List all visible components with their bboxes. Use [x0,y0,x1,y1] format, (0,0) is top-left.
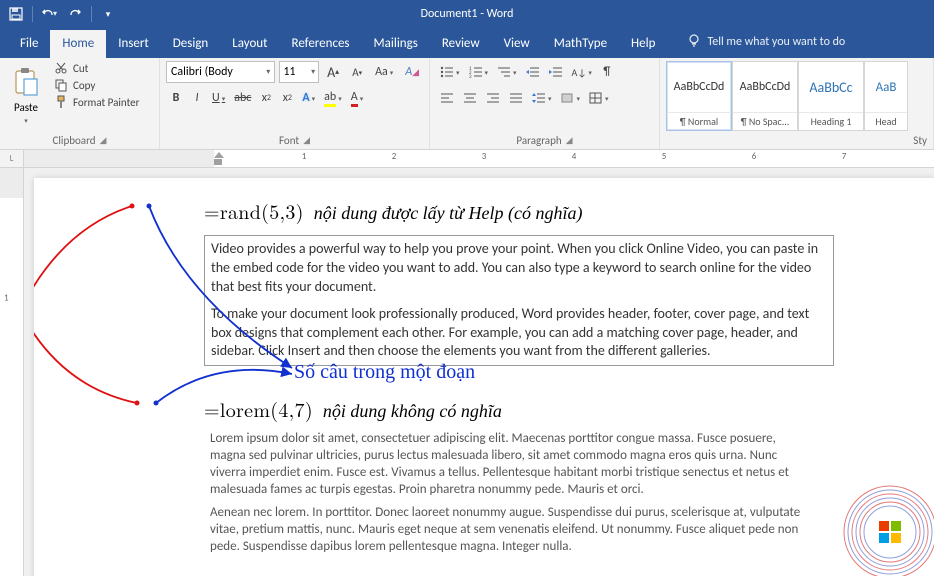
bulb-icon [687,33,701,51]
group-clipboard: Paste ▾ Cut Copy Format Painter Clipboar… [0,58,160,149]
annotation-blue: Số câu trong một đoạn [294,361,475,384]
group-styles: AaBbCcDd ¶ Normal AaBbCcDd ¶ No Spac... … [660,58,934,149]
increase-indent-button[interactable] [545,61,567,83]
lorem-paragraph-1: Lorem ipsum dolor sit amet, consectetuer… [210,431,808,499]
align-right-button[interactable] [482,87,504,109]
desc-lorem: nội dung không có nghĩa [323,401,502,422]
bold-button[interactable]: B [166,87,186,109]
hanging-indent-marker[interactable] [214,159,222,165]
lorem-paragraph-2: Aenean nec lorem. In porttitor. Donec la… [210,505,808,556]
content-area: 1 =rand(5,3) nội dung được lấy từ Help (… [0,168,934,576]
clipboard-dialog-launcher[interactable]: ◢ [100,135,107,146]
tab-mathtype[interactable]: MathType [542,30,619,58]
qat-more-icon[interactable]: ▾ [96,3,120,25]
scissors-icon [54,61,68,75]
font-dialog-launcher[interactable]: ◢ [303,135,310,146]
clear-formatting-button[interactable]: A◢ [401,61,423,83]
superscript-button[interactable]: x2 [277,87,297,109]
multilevel-icon [497,66,511,78]
chevron-down-icon: ▾ [311,67,315,77]
tab-file[interactable]: File [8,30,50,58]
grow-font-button[interactable]: A▴ [323,61,343,83]
tab-references[interactable]: References [280,30,362,58]
bullets-icon [440,66,454,78]
tab-help[interactable]: Help [619,30,667,58]
font-size-select[interactable]: 11▾ [279,61,319,83]
svg-text:3: 3 [469,74,472,78]
underline-button[interactable]: U [208,87,229,109]
paste-button[interactable]: Paste ▾ [6,61,46,131]
brush-icon [54,95,68,109]
tab-layout[interactable]: Layout [220,30,279,58]
lorem-output: Lorem ipsum dolor sit amet, consectetuer… [204,431,814,555]
desc-rand: nội dung được lấy từ Help (có nghĩa) [314,203,583,224]
align-center-button[interactable] [459,87,481,109]
line-spacing-button[interactable] [528,87,556,109]
quick-access-toolbar: ▾ ▾ [4,3,120,25]
rand-paragraph-1: Video provides a powerful way to help yo… [211,240,827,297]
italic-button[interactable]: I [187,87,207,109]
rand-output-box: Video provides a powerful way to help yo… [204,235,834,366]
subscript-button[interactable]: x2 [256,87,276,109]
show-marks-button[interactable]: ¶ [597,61,617,83]
first-line-indent-marker[interactable] [214,152,224,158]
style-heading-2[interactable]: AaB Head [864,61,908,131]
tab-home[interactable]: Home [50,30,106,58]
chevron-down-icon: ▾ [266,67,270,77]
style-heading-1[interactable]: AaBbCc Heading 1 [798,61,864,131]
save-icon[interactable] [4,3,28,25]
justify-button[interactable] [505,87,527,109]
format-painter-button[interactable]: Format Painter [54,95,139,109]
style-normal[interactable]: AaBbCcDd ¶ Normal [666,61,732,131]
paste-label: Paste [14,101,38,114]
cut-button[interactable]: Cut [54,61,139,75]
document-title: Document1 - Word [0,7,934,21]
redo-icon[interactable] [63,3,87,25]
multilevel-list-button[interactable] [493,61,521,83]
group-font: Calibri (Body▾ 11▾ A▴ A▾ Aa A◢ B I U abc… [160,58,430,149]
rand-paragraph-2: To make your document look professionall… [211,305,827,362]
font-name-select[interactable]: Calibri (Body▾ [166,61,275,83]
page-area: =rand(5,3) nội dung được lấy từ Help (có… [24,168,934,576]
tab-review[interactable]: Review [430,30,492,58]
tell-me-label: Tell me what you want to do [707,35,845,49]
shrink-font-button[interactable]: A▾ [347,61,367,83]
tab-design[interactable]: Design [161,30,220,58]
style-no-spacing[interactable]: AaBbCcDd ¶ No Spac... [732,61,798,131]
ribbon-tabs: File Home Insert Design Layout Reference… [0,28,934,58]
numbering-button[interactable]: 123 [465,61,493,83]
text-effects-button[interactable]: A [298,87,319,109]
shading-button[interactable] [557,87,585,109]
group-paragraph: 123 A↓ ¶ Paragraph◢ [430,58,660,149]
tell-me-search[interactable]: Tell me what you want to do [679,27,853,58]
numbering-icon: 123 [469,66,483,78]
tab-insert[interactable]: Insert [106,30,161,58]
indent-icon [549,66,563,78]
sort-button[interactable]: A↓ [568,61,596,83]
titlebar: ▾ ▾ Document1 - Word [0,0,934,28]
highlight-button[interactable]: ab [320,87,346,109]
copy-icon [54,78,68,92]
watermark-logo [840,482,934,576]
copy-button[interactable]: Copy [54,78,139,92]
ribbon: Paste ▾ Cut Copy Format Painter Clipboar… [0,58,934,150]
bullets-button[interactable] [436,61,464,83]
decrease-indent-button[interactable] [522,61,544,83]
formula-rand: =rand(5,3) [204,196,304,225]
outdent-icon [526,66,540,78]
formula-lorem: =lorem(4,7) [204,394,313,423]
font-color-button[interactable]: A [347,87,367,109]
change-case-button[interactable]: Aa [371,61,397,83]
vertical-ruler[interactable]: 1 [0,168,24,576]
ruler-corner: L [0,150,24,167]
tab-mailings[interactable]: Mailings [362,30,430,58]
undo-icon[interactable]: ▾ [37,3,61,25]
paragraph-dialog-launcher[interactable]: ◢ [566,135,573,146]
tab-view[interactable]: View [492,30,542,58]
align-left-button[interactable] [436,87,458,109]
strikethrough-button[interactable]: abc [230,87,255,109]
document-page[interactable]: =rand(5,3) nội dung được lấy từ Help (có… [34,178,934,576]
horizontal-ruler[interactable]: L 1 2 3 4 5 6 7 [0,150,934,168]
borders-button[interactable] [585,87,613,109]
